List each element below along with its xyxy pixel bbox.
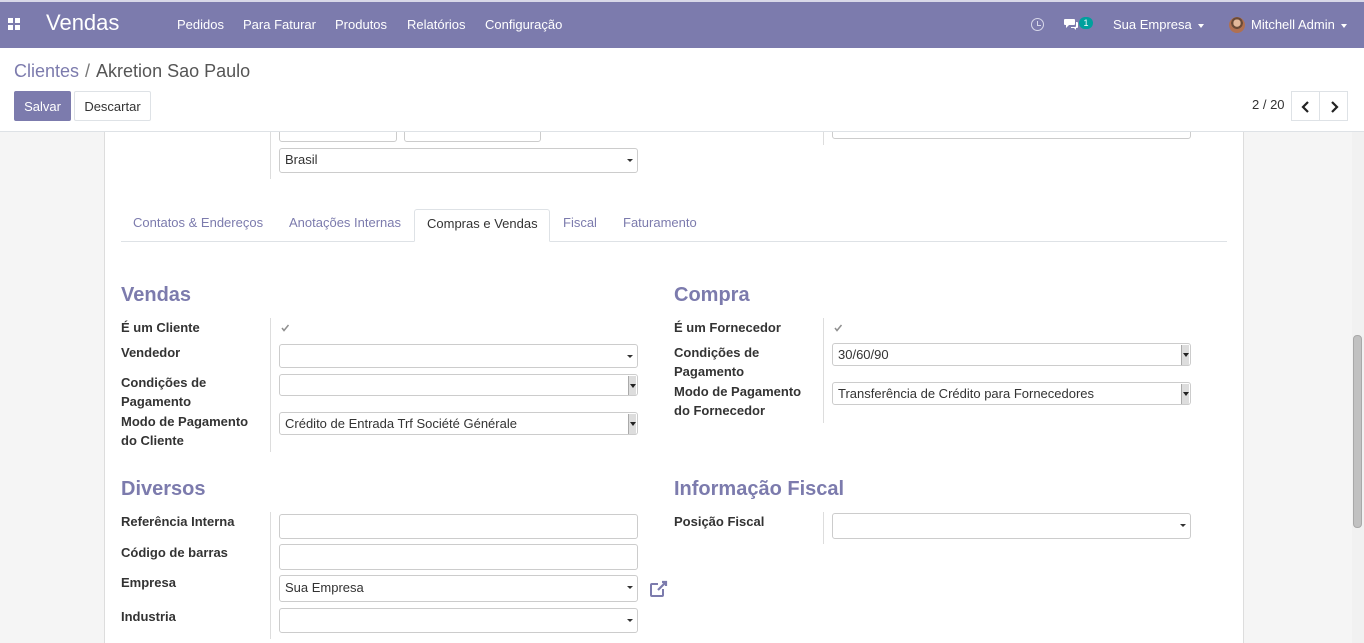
label-fiscal-position: Posição Fiscal — [674, 514, 765, 529]
chevron-right-icon — [1331, 101, 1339, 113]
discard-button[interactable]: Descartar — [74, 91, 151, 121]
label-line: Condições de — [674, 345, 760, 360]
chat-badge: 1 — [1079, 17, 1093, 29]
user-menu[interactable]: Mitchell Admin — [1251, 17, 1347, 32]
chat-icon[interactable] — [1064, 18, 1079, 30]
apps-icon[interactable] — [8, 18, 20, 30]
supplier-payment-mode-select[interactable]: Transferência de Crédito para Fornecedor… — [832, 382, 1191, 405]
label-industry: Industria — [121, 609, 176, 624]
breadcrumb-clientes[interactable]: Clientes — [14, 61, 79, 81]
breadcrumb-current: Akretion Sao Paulo — [96, 61, 251, 81]
menu-item-pedidos[interactable]: Pedidos — [177, 17, 224, 32]
tab-contatos-enderecos[interactable]: Contatos & Endereços — [133, 215, 263, 230]
chevron-down-icon — [1181, 345, 1189, 365]
label-salesperson: Vendedor — [121, 345, 181, 360]
country-value: Brasil — [285, 152, 318, 167]
company-name: Sua Empresa — [1113, 17, 1192, 32]
label-line: Pagamento — [674, 364, 745, 379]
chevron-down-icon — [627, 159, 633, 162]
customer-payment-mode-select[interactable]: Crédito de Entrada Trf Société Générale — [279, 412, 638, 435]
pager-value[interactable]: 2 / 20 — [1252, 97, 1285, 112]
supplier-payment-mode-value: Transferência de Crédito para Fornecedor… — [838, 386, 1095, 401]
company-switcher[interactable]: Sua Empresa — [1113, 17, 1204, 32]
section-title-vendas: Vendas — [121, 284, 192, 306]
is-customer-checkbox[interactable] — [279, 322, 291, 334]
app-title[interactable]: Vendas — [46, 10, 119, 36]
label-line: Modo de Pagamento — [121, 414, 249, 429]
clock-icon[interactable] — [1031, 18, 1044, 31]
label-line: Condições de — [121, 375, 207, 390]
divider — [823, 132, 824, 145]
user-name: Mitchell Admin — [1251, 17, 1335, 32]
chevron-down-icon — [627, 586, 633, 589]
section-title-compra: Compra — [674, 284, 750, 306]
menu-item-para-faturar[interactable]: Para Faturar — [243, 17, 316, 32]
top-navbar: Vendas Pedidos Para Faturar Produtos Rel… — [0, 0, 1364, 48]
chevron-down-icon — [1180, 524, 1186, 527]
label-is-supplier: É um Fornecedor — [674, 320, 781, 335]
chevron-down-icon — [628, 376, 636, 395]
label-line: Modo de Pagamento — [674, 384, 802, 399]
supplier-payment-terms-select[interactable]: 30/60/90 — [832, 343, 1191, 366]
industry-select[interactable] — [279, 608, 638, 633]
country-select[interactable]: Brasil — [279, 148, 638, 173]
label-barcode: Código de barras — [121, 545, 228, 560]
fiscal-position-select[interactable] — [832, 513, 1191, 539]
supplier-payment-terms-value: 30/60/90 — [838, 347, 889, 362]
salesperson-select[interactable] — [279, 344, 638, 368]
breadcrumb: Clientes / Akretion Sao Paulo — [14, 61, 250, 82]
chevron-down-icon — [1340, 23, 1347, 28]
tabs-divider — [121, 241, 1227, 242]
divider — [270, 512, 271, 639]
chevron-down-icon — [627, 619, 633, 622]
section-title-fiscal: Informação Fiscal — [674, 478, 845, 500]
barcode-input[interactable] — [279, 544, 638, 570]
section-title-diversos: Diversos — [121, 478, 206, 500]
divider — [270, 318, 271, 452]
label-is-customer: É um Cliente — [121, 320, 200, 335]
label-payment-mode-customer: Modo de Pagamento do Cliente — [121, 412, 248, 450]
tab-anotacoes-internas[interactable]: Anotações Internas — [289, 215, 401, 230]
external-link-icon[interactable] — [649, 579, 669, 598]
internal-reference-input[interactable] — [279, 514, 638, 539]
label-line: do Cliente — [121, 433, 184, 448]
tab-faturamento[interactable]: Faturamento — [623, 215, 697, 230]
label-line: Pagamento — [121, 394, 192, 409]
label-payment-terms-supplier: Condições de Pagamento — [674, 343, 759, 381]
label-internal-reference: Referência Interna — [121, 514, 235, 529]
label-company: Empresa — [121, 575, 176, 590]
scrollbar-thumb[interactable] — [1353, 335, 1362, 528]
is-supplier-checkbox[interactable] — [832, 322, 844, 334]
tab-label: Compras e Vendas — [427, 216, 538, 231]
label-line: do Fornecedor — [674, 403, 766, 418]
label-payment-mode-supplier: Modo de Pagamento do Fornecedor — [674, 382, 801, 420]
divider — [823, 318, 824, 423]
avatar[interactable] — [1229, 17, 1245, 33]
menu-item-produtos[interactable]: Produtos — [335, 17, 387, 32]
chevron-down-icon — [628, 414, 636, 434]
page-scrollbar[interactable] — [1352, 132, 1364, 643]
company-select[interactable]: Sua Empresa — [279, 575, 638, 602]
chevron-left-icon — [1301, 101, 1309, 113]
tab-compras-e-vendas[interactable]: Compras e Vendas — [414, 209, 550, 242]
company-value: Sua Empresa — [285, 580, 364, 595]
menu-item-configuracao[interactable]: Configuração — [485, 17, 562, 32]
customer-payment-terms-select[interactable] — [279, 374, 638, 396]
customer-payment-mode-value: Crédito de Entrada Trf Société Générale — [285, 416, 517, 431]
menu-item-relatorios[interactable]: Relatórios — [407, 17, 466, 32]
chevron-down-icon — [1181, 384, 1189, 404]
tab-fiscal[interactable]: Fiscal — [563, 215, 597, 230]
save-button[interactable]: Salvar — [14, 91, 71, 121]
label-payment-terms-customer: Condições de Pagamento — [121, 373, 206, 411]
divider — [823, 512, 824, 544]
control-panel: Clientes / Akretion Sao Paulo Salvar Desca… — [0, 48, 1364, 132]
chevron-down-icon — [627, 355, 633, 358]
pager-previous-button[interactable] — [1291, 91, 1320, 121]
divider — [270, 132, 271, 179]
pager-next-button[interactable] — [1319, 91, 1348, 121]
chevron-down-icon — [1197, 23, 1204, 28]
breadcrumb-separator: / — [85, 61, 91, 81]
